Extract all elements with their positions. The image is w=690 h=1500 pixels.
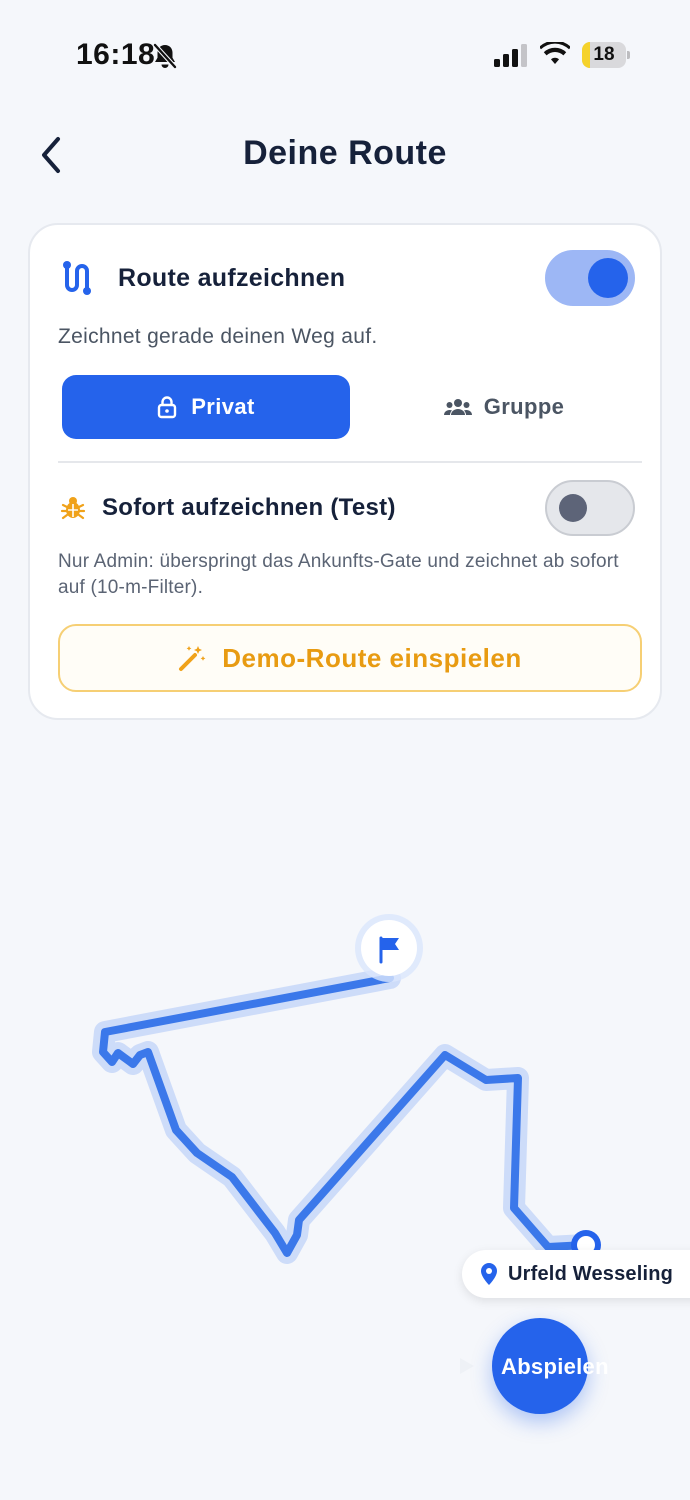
toggle-knob	[559, 494, 587, 522]
cellular-signal-icon	[494, 44, 527, 67]
record-status-text: Zeichnet gerade deinen Weg auf.	[58, 325, 378, 348]
battery-indicator: 18	[582, 42, 630, 68]
group-icon	[443, 399, 472, 415]
card-divider	[58, 461, 642, 463]
segment-private[interactable]: Privat	[62, 375, 350, 439]
segment-group-label: Gruppe	[483, 394, 565, 419]
status-time: 16:18	[76, 38, 156, 71]
play-button-label: Abspielen	[501, 1354, 609, 1379]
location-name: Urfeld Wesseling	[508, 1262, 674, 1285]
recording-card: Route aufzeichnen Zeichnet gerade deinen…	[28, 223, 662, 720]
route-map[interactable]	[0, 740, 690, 1500]
map-pin-icon	[481, 1263, 497, 1285]
play-icon	[460, 1358, 474, 1374]
route-end-marker[interactable]	[355, 914, 423, 982]
status-bar: 16:18 18	[0, 0, 690, 110]
record-route-toggle[interactable]	[545, 250, 635, 306]
bell-slash-icon	[153, 43, 177, 69]
demo-route-label: Demo-Route einspielen	[222, 642, 522, 673]
page-title: Deine Route	[243, 134, 447, 172]
admin-note: Nur Admin: überspringt das Ankunfts-Gate…	[58, 551, 619, 598]
battery-percent: 18	[593, 44, 615, 65]
segment-group[interactable]: Gruppe	[360, 375, 648, 439]
magic-wand-icon	[179, 646, 206, 671]
record-route-title: Route aufzeichnen	[118, 264, 346, 292]
instant-record-toggle[interactable]	[545, 480, 635, 536]
instant-record-title: Sofort aufzeichnen (Test)	[102, 494, 396, 521]
demo-route-button[interactable]: Demo-Route einspielen	[58, 624, 642, 692]
bug-icon	[60, 497, 86, 520]
segment-private-label: Privat	[191, 394, 255, 419]
wifi-icon	[540, 42, 570, 64]
toggle-knob	[588, 258, 628, 298]
location-label: Urfeld Wesseling	[462, 1250, 690, 1298]
lock-icon	[158, 396, 177, 419]
route-icon	[63, 261, 91, 295]
